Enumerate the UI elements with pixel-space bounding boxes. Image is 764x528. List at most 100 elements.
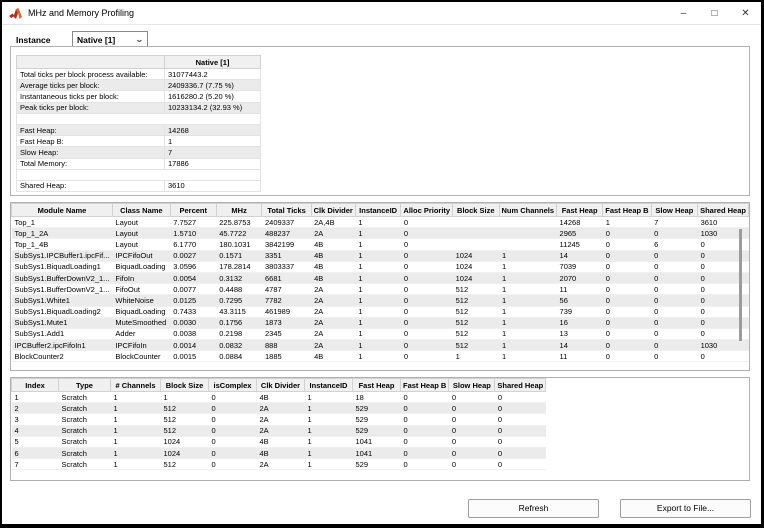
cell: 1 [355,250,401,261]
column-header: Native [1] [165,56,261,69]
cell: 0 [449,414,495,425]
cell: 1 [111,459,161,470]
cell: 0 [651,317,697,328]
cell: BlockCounter2 [12,351,113,362]
cell: 0 [449,392,495,403]
module-row[interactable]: SubSys1.BiquadLoading1BiquadLoading3.059… [12,261,749,272]
cell: 529 [353,403,401,414]
cell: 0 [495,425,546,436]
cell: WhiteNoise [112,295,170,306]
cell: 0 [209,425,257,436]
cell: 7 [12,459,59,470]
scratch-row[interactable]: 1Scratch1104B118000 [12,392,546,403]
cell: 0 [603,317,651,328]
module-row[interactable]: SubSys1.Add1Adder0.00380.219823452A10512… [12,328,749,339]
cell: IPCBuffer2.ipcFifoIn1 [12,340,113,351]
cell: 1 [355,284,401,295]
scratch-row[interactable]: 5Scratch1102404B11041000 [12,436,546,447]
cell: 0 [603,284,651,295]
module-row[interactable]: SubSys1.IPCBuffer1.ipcFif...IPCFifoOut0.… [12,250,749,261]
cell: SubSys1.IPCBuffer1.ipcFif... [12,250,113,261]
summary-label: Total ticks per block process available: [17,69,165,80]
cell: 4B [311,272,355,283]
column-header: Total Ticks [262,204,311,217]
cell: 0 [449,425,495,436]
summary-row: Fast Heap:14268 [17,124,261,135]
cell: 4B [257,392,305,403]
cell: 0 [603,295,651,306]
minimize-icon[interactable]: – [668,2,699,24]
summary-value: 17886 [165,158,261,169]
module-table-scrollbar[interactable] [736,219,745,364]
cell: 0.0030 [170,317,216,328]
scrollbar-thumb[interactable] [739,229,742,341]
cell: 739 [557,306,603,317]
cell: 1 [499,306,557,317]
column-header: Fast Heap B [603,204,651,217]
cell: 0 [495,403,546,414]
cell: 0 [401,392,449,403]
scratch-row[interactable]: 2Scratch151202A1529000 [12,403,546,414]
cell: 0 [401,447,449,458]
cell: 1 [355,239,401,250]
column-header: InstanceID [355,204,401,217]
cell: 2A,4B [311,217,355,228]
cell: 0 [651,261,697,272]
cell: 2A [257,425,305,436]
cell: 14 [557,340,603,351]
summary-value: 1616280.2 (5.20 %) [165,91,261,102]
module-row[interactable]: BlockCounter2BlockCounter0.00150.0884188… [12,351,749,362]
cell: Scratch [59,436,111,447]
module-row[interactable]: Top_1_2ALayout1.571045.77224882372A10296… [12,228,749,239]
scratch-row[interactable]: 7Scratch151202A1529000 [12,459,546,470]
cell: 0 [401,250,453,261]
cell: 4B [311,250,355,261]
cell: 4787 [262,284,311,295]
window-title: MHz and Memory Profiling [28,8,134,18]
cell: 6 [12,447,59,458]
export-to-file-button[interactable]: Export to File... [620,499,751,518]
cell: 6.1770 [170,239,216,250]
cell: FifoOut [112,284,170,295]
maximize-icon[interactable]: □ [699,2,730,24]
cell: 0 [603,239,651,250]
module-row[interactable]: SubSys1.BufferDownV2_1...FifoOut0.00770.… [12,284,749,295]
module-row[interactable]: SubSys1.White1WhiteNoise0.01250.72957782… [12,295,749,306]
cell [453,217,499,228]
cell: 1 [111,447,161,458]
module-row[interactable]: Top_1Layout7.7527225.875324093372A,4B101… [12,217,749,228]
scratch-row[interactable]: 6Scratch1102404B11041000 [12,447,546,458]
cell: 1 [499,250,557,261]
cell: 14 [557,250,603,261]
cell: 0 [401,340,453,351]
cell: 11 [557,351,603,362]
cell: 1 [355,328,401,339]
module-row[interactable]: Top_1_4BLayout6.1770180.103138421994B101… [12,239,749,250]
cell: 0.0027 [170,250,216,261]
module-row[interactable]: SubSys1.BufferDownV2_1...FifoIn0.00540.3… [12,272,749,283]
module-row[interactable]: SubSys1.Mute1MuteSmoothed0.00300.1756187… [12,317,749,328]
cell: 1041 [353,447,401,458]
scratch-row[interactable]: 4Scratch151202A1529000 [12,425,546,436]
cell: 1 [355,228,401,239]
cell: 6681 [262,272,311,283]
column-header: Fast Heap B [401,379,449,392]
cell: 1 [355,317,401,328]
cell: 0 [401,351,453,362]
scratch-row[interactable]: 3Scratch151202A1529000 [12,414,546,425]
cell: 2345 [262,328,311,339]
cell [499,217,557,228]
module-row[interactable]: IPCBuffer2.ipcFifoIn1IPCFifoIn0.00140.08… [12,340,749,351]
cell: 1024 [161,436,209,447]
module-row[interactable]: SubSys1.BiquadLoading2BiquadLoading0.743… [12,306,749,317]
refresh-button[interactable]: Refresh [468,499,599,518]
close-icon[interactable]: ✕ [730,2,761,24]
cell: 0.7433 [170,306,216,317]
cell: 0 [651,340,697,351]
cell: Layout [112,217,170,228]
spacer-cell [17,113,261,124]
cell: 0 [495,414,546,425]
dialog-content: Instance Native [1] ⌄ Native [1]Total ti… [2,25,761,524]
cell: SubSys1.White1 [12,295,113,306]
cell: 18 [353,392,401,403]
